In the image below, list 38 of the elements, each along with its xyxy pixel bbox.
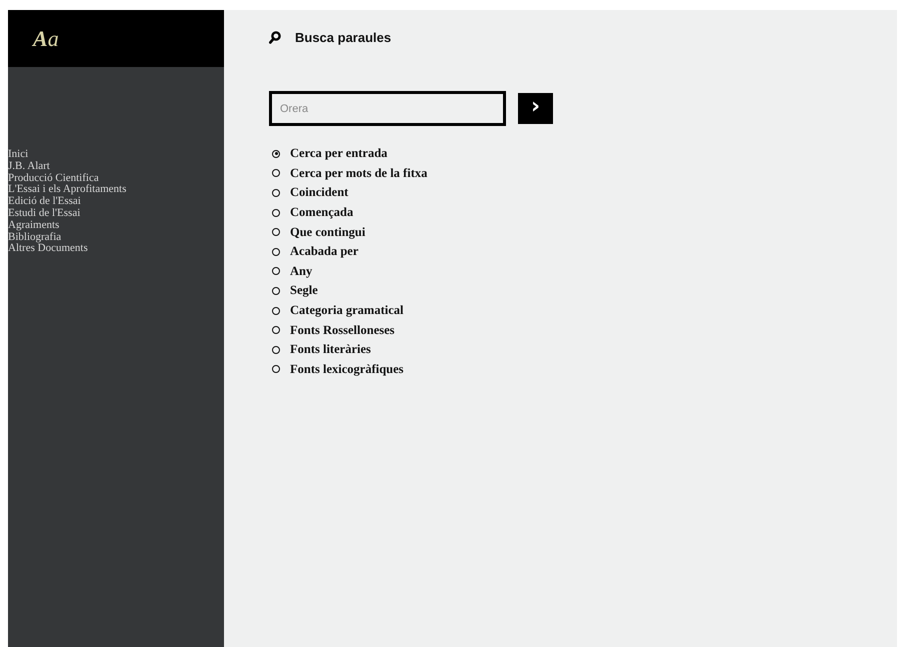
radio-button[interactable] [272, 346, 280, 354]
radio-button[interactable] [272, 306, 280, 315]
submit-button[interactable]: › [518, 93, 553, 124]
option-label: Que contingui [290, 224, 366, 240]
option-label: Començada [290, 205, 354, 220]
radio-button[interactable] [272, 326, 280, 334]
nav-link[interactable]: Edició de l'Essai [8, 196, 81, 208]
search-icon [269, 31, 281, 44]
option-label: Categoria gramatical [290, 303, 404, 318]
radio-button[interactable] [272, 248, 280, 256]
radio-button[interactable] [272, 267, 280, 276]
option-label: Fonts Rosselloneses [290, 322, 395, 338]
nav-link[interactable]: Bibliografia [8, 232, 62, 244]
option-label: Segle [290, 283, 318, 298]
radio-button[interactable] [272, 286, 280, 295]
nav-link[interactable]: Altres Documents [8, 243, 88, 256]
option-label: Fonts literàries [290, 342, 371, 358]
radio-button[interactable] [272, 208, 280, 217]
option-label: Acabada per [290, 244, 358, 260]
option-label: Any [290, 264, 312, 279]
radio-button[interactable] [272, 365, 280, 374]
radio-button[interactable] [272, 150, 280, 158]
nav-link[interactable]: Producció Cientifica [8, 172, 99, 184]
search-field[interactable]: Orera [269, 91, 506, 126]
nav-link[interactable]: Agraiments [8, 220, 60, 232]
option-label: Cerca per mots de la fitxa [290, 166, 428, 181]
logo: Aa [33, 26, 59, 52]
radio-button[interactable] [272, 188, 280, 197]
option-label: Cerca per entrada [290, 146, 388, 162]
nav-link[interactable]: Inici [8, 149, 28, 161]
nav-link[interactable]: Estudi de l'Essai [8, 208, 80, 220]
option-label: Fonts lexicogràfiques [290, 362, 404, 377]
nav-link[interactable]: J.B. Alart [8, 160, 50, 173]
nav-link[interactable]: L'Essai i els Aprofitaments [8, 184, 126, 196]
radio-button[interactable] [272, 228, 280, 236]
page-title: Busca paraules [295, 30, 392, 45]
radio-button[interactable] [272, 169, 280, 178]
option-label: Coincident [290, 185, 348, 200]
